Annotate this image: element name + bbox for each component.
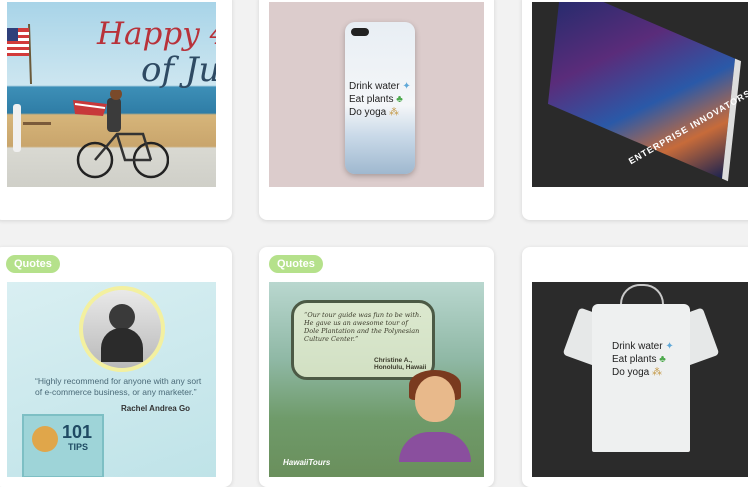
tour-quote-text: “Our tour guide was fun to be with. He g… [304,311,422,343]
happy-july-image: Happy 4 of Ju [7,2,216,187]
testimonial-image: “Highly recommend for anyone with any so… [7,282,216,477]
testimonial-author: Rachel Andrea Go [121,404,191,413]
card-happy-july[interactable]: Happy 4 of Ju [0,0,232,220]
water-drop-icon: ✦ [665,341,674,352]
tshirt-image: Drink water ✦ Eat plants ♣ Do yoga ⁂ [532,282,748,477]
yoga-icon: ⁂ [389,107,400,118]
quotes-badge: Quotes [269,255,323,273]
tshirt-line-3: Do yoga [612,367,650,378]
tour-quote-author: Christine A., Honolulu, Hawaii [374,357,427,371]
tshirt-line-1: Drink water [612,341,663,352]
card-tour-quote[interactable]: Quotes “Our tour guide was fun to be wit… [259,247,494,487]
happy-line-1: Happy 4 [97,16,216,52]
person-shoulders [399,432,471,462]
tshirt-line-2: Eat plants [612,354,657,365]
speech-bubble: “Our tour guide was fun to be with. He g… [291,300,435,380]
avatar [79,286,165,372]
tips-booklet: 101 TIPS [22,414,104,477]
slogan-line-1: Drink water [349,81,400,92]
card-tshirt[interactable]: Drink water ✦ Eat plants ♣ Do yoga ⁂ [522,247,748,487]
bicycle-icon [73,90,169,179]
child-figure [13,104,21,152]
sprout-icon: ♣ [659,354,666,365]
sprout-icon: ♣ [396,94,403,105]
tshirt-slogan: Drink water ✦ Eat plants ♣ Do yoga ⁂ [612,340,674,379]
booklet-label: TIPS [68,442,89,452]
booklet-number: 101 [62,422,93,442]
slogan-line-2: Eat plants [349,94,394,105]
card-phone-case[interactable]: Drink water ✦ Eat plants ♣ Do yoga ⁂ [259,0,494,220]
person-avatar-icon [415,376,455,422]
phone-case: Drink water ✦ Eat plants ♣ Do yoga ⁂ [345,22,415,174]
camera-icon [351,28,369,36]
tour-quote-image: “Our tour guide was fun to be with. He g… [269,282,484,477]
bench [23,122,51,139]
phone-case-slogan: Drink water ✦ Eat plants ♣ Do yoga ⁂ [349,80,411,119]
card-testimonial-quote[interactable]: Quotes “Highly recommend for anyone with… [0,247,232,487]
happy-line-2: of Ju [141,50,216,90]
water-drop-icon: ✦ [402,81,411,92]
card-book[interactable]: ENTERPRISE INNOVATORS [522,0,748,220]
phone-case-image: Drink water ✦ Eat plants ♣ Do yoga ⁂ [269,2,484,187]
globe-icon [32,426,58,452]
slogan-line-3: Do yoga [349,107,387,118]
yoga-icon: ⁂ [652,367,663,378]
book-image: ENTERPRISE INNOVATORS [532,2,748,187]
testimonial-quote-text: “Highly recommend for anyone with any so… [35,376,202,397]
brand-logo: HawaiiTours [283,458,331,467]
quotes-badge: Quotes [6,255,60,273]
american-flag-icon [7,24,32,84]
